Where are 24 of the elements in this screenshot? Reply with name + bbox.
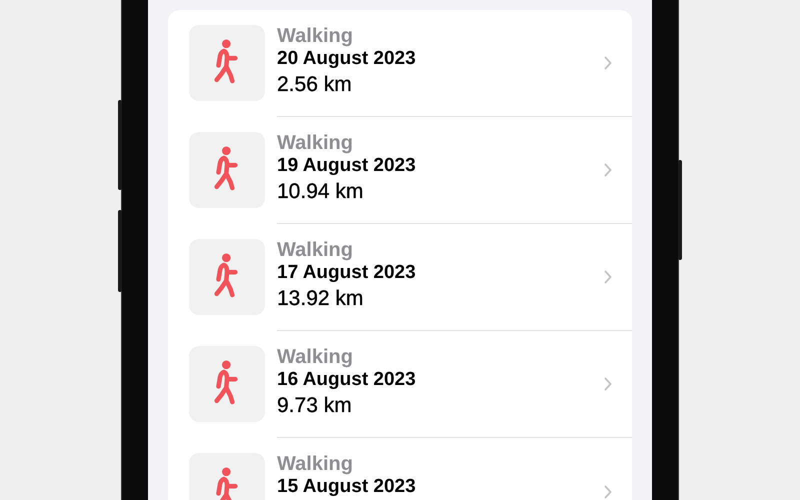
workout-type: Walking	[277, 452, 354, 476]
workout-type: Walking	[277, 345, 354, 369]
workout-row[interactable]: Walking 17 August 2023 13.92 km	[189, 224, 632, 331]
workout-type: Walking	[277, 24, 354, 48]
chevron-icon	[604, 270, 612, 284]
workout-distance: 10.94 km	[277, 179, 364, 205]
workout-date: 17 August 2023	[277, 262, 417, 284]
workout-type: Walking	[277, 238, 354, 262]
workout-row[interactable]: Walking 19 August 2023 10.94 km	[189, 117, 632, 224]
workout-date: 16 August 2023	[277, 369, 417, 391]
workout-distance: 13.92 km	[277, 286, 364, 312]
chevron-icon	[604, 163, 612, 177]
workout-type: Walking	[277, 131, 354, 155]
workout-distance: 9.73 km	[277, 393, 353, 419]
workout-row[interactable]: Walking 20 August 2023 2.56 km	[189, 10, 632, 117]
chevron-icon	[604, 484, 612, 498]
workout-date: 15 August 2023	[277, 476, 417, 498]
workout-date: 19 August 2023	[277, 155, 417, 177]
workout-date: 20 August 2023	[277, 48, 417, 70]
workout-row[interactable]: Walking 15 August 2023	[189, 438, 632, 500]
workout-row[interactable]: Walking 16 August 2023 9.73 km	[189, 331, 632, 438]
chevron-icon	[604, 377, 612, 391]
workout-distance: 2.56 km	[277, 72, 353, 98]
chevron-icon	[604, 56, 612, 70]
